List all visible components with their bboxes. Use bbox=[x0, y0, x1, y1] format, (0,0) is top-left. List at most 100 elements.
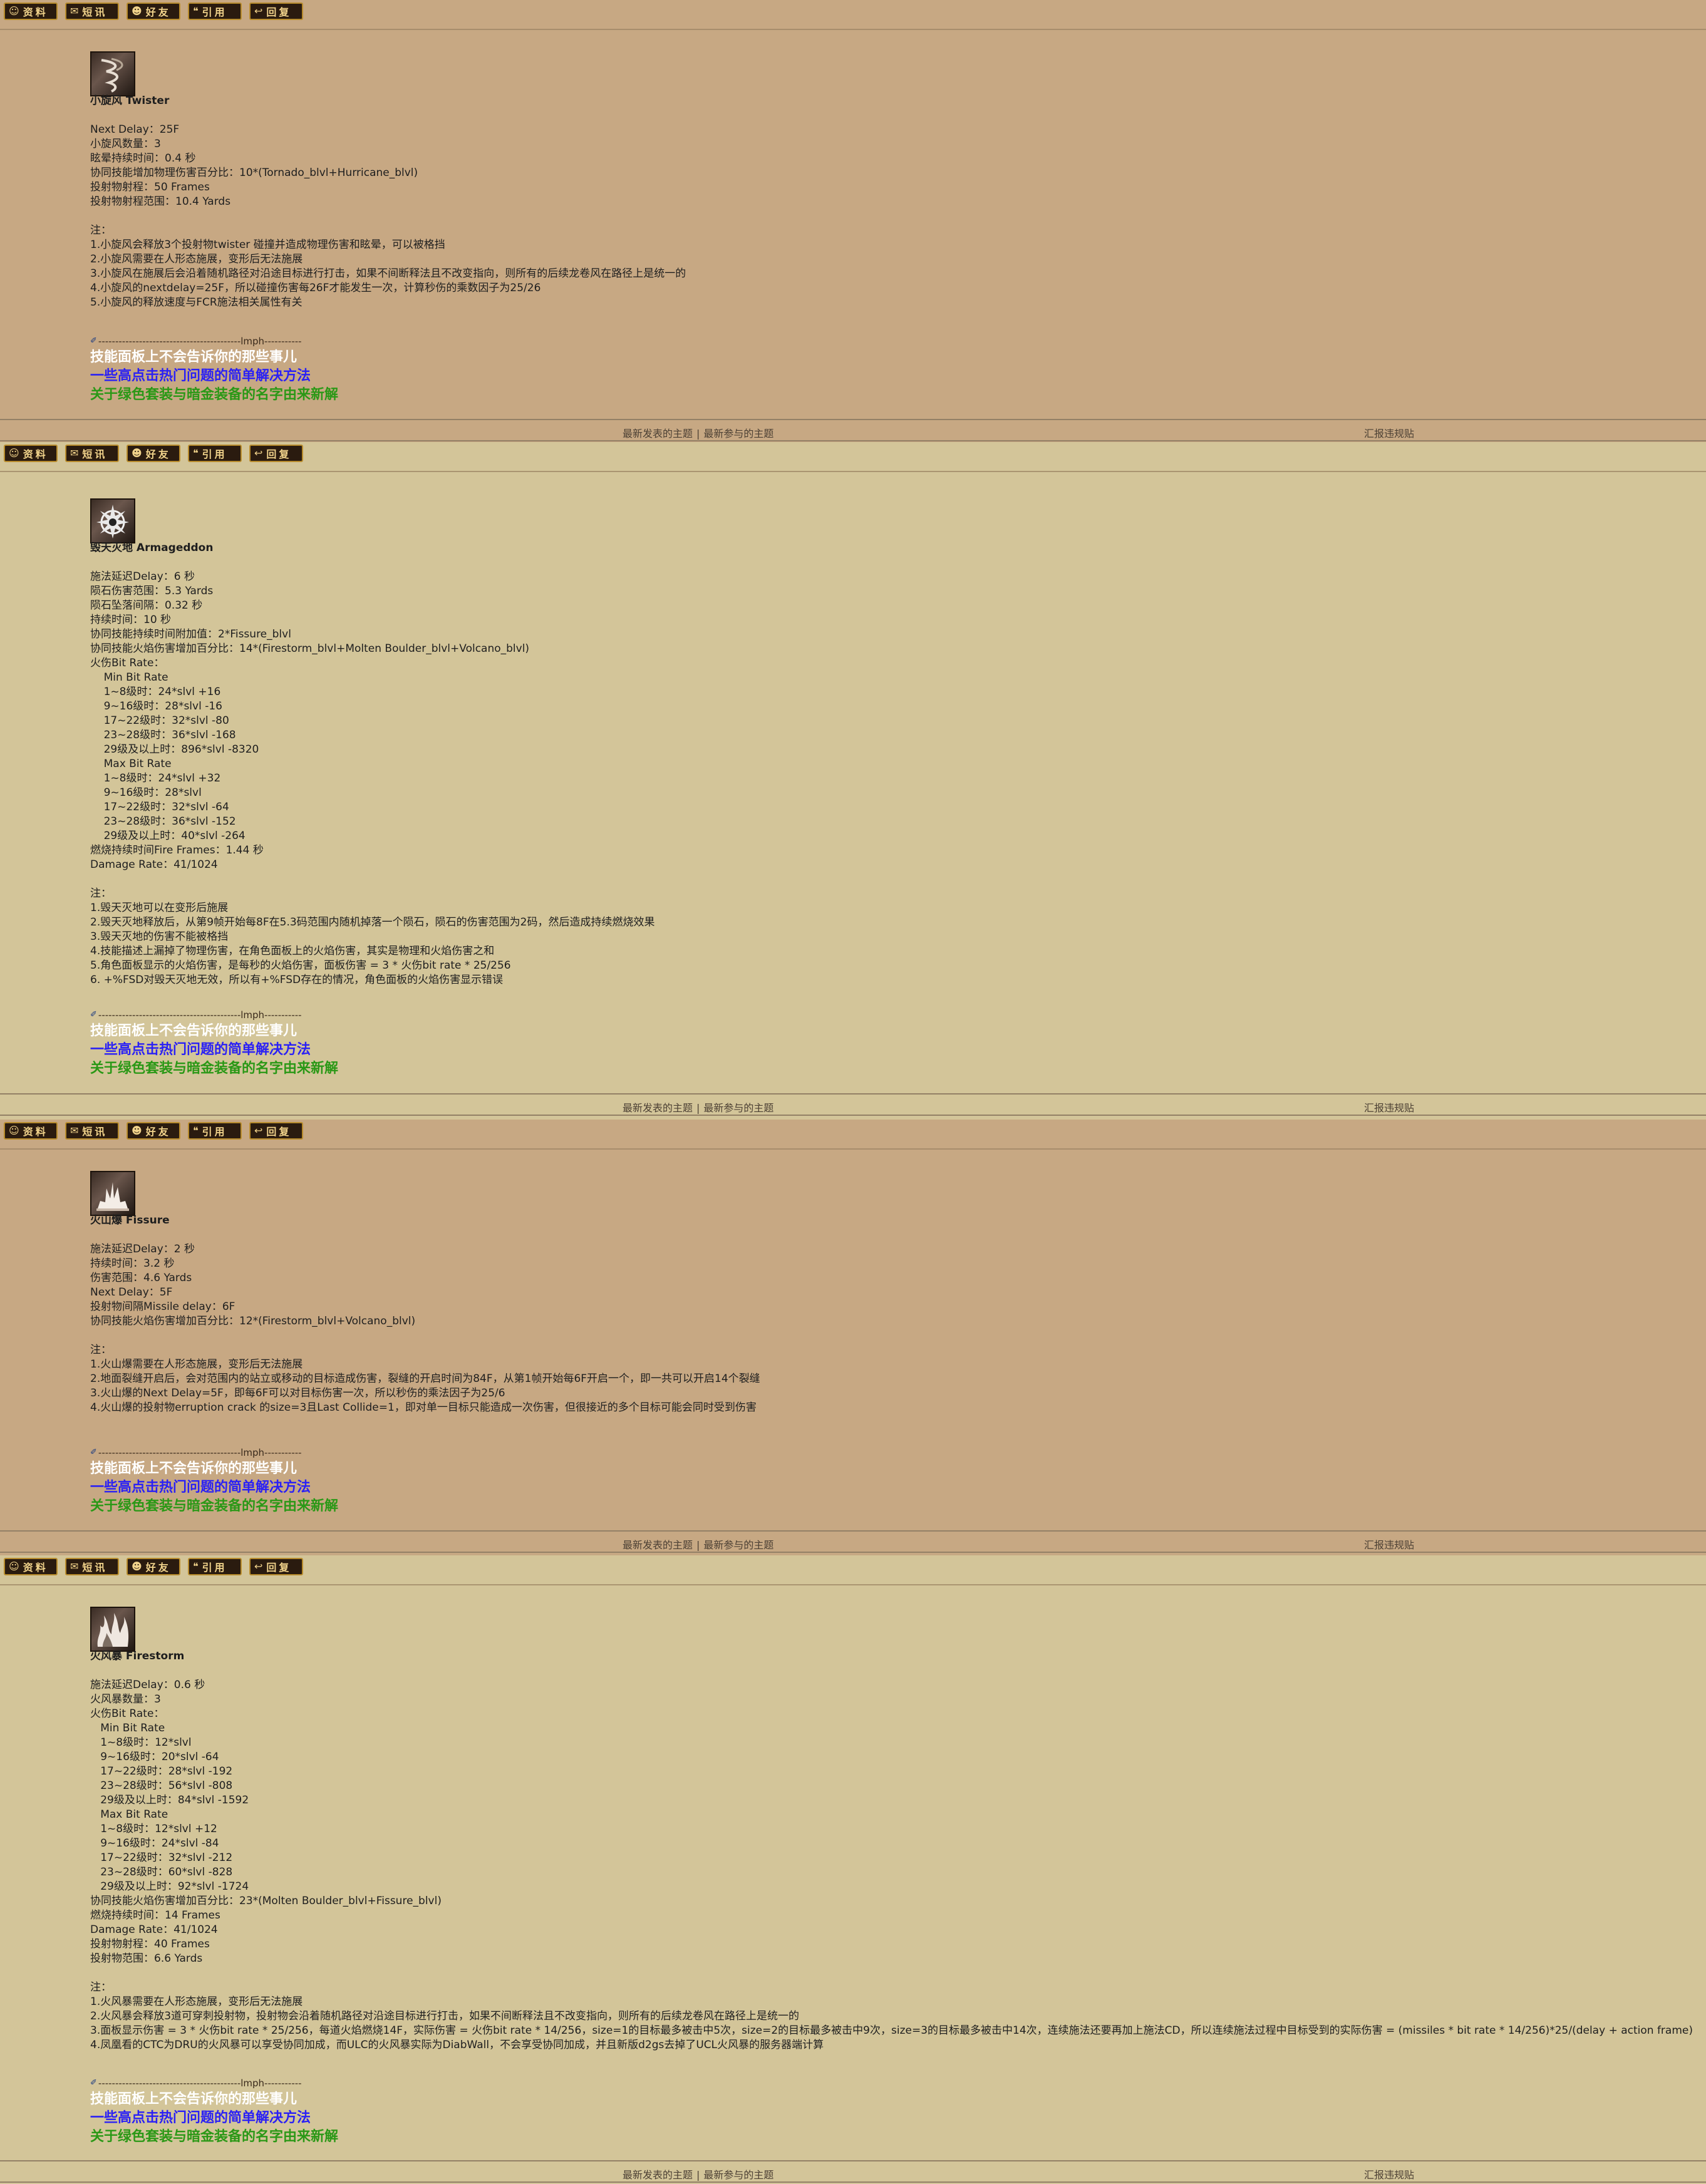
post-toolbar: ☺ 资料 ✉ 短讯 ☻ 好友 ❝ 引用 ↩ 回复 bbox=[4, 3, 303, 21]
body-line: 9~16级时：20*slvl -64 bbox=[90, 1751, 219, 1763]
body-line: 1~8级时：24*slvl +32 bbox=[90, 772, 221, 785]
toolbar-button-label: 资料 bbox=[23, 1126, 48, 1138]
reply-icon: ↩ bbox=[254, 5, 263, 17]
pin-icon: ✐ bbox=[90, 1010, 97, 1019]
latest-posts-link[interactable]: 最新发表的主题 bbox=[623, 2169, 693, 2181]
friend-button[interactable]: ☻ 好友 bbox=[127, 1558, 180, 1575]
body-line: 投射物间隔Missile delay：6F bbox=[90, 1301, 235, 1313]
toolbar-button-label: 短讯 bbox=[82, 1562, 108, 1574]
report-post-link[interactable]: 汇报违规贴 bbox=[1364, 1537, 1414, 1552]
message-icon: ✉ bbox=[70, 1560, 79, 1572]
footer-separator: | bbox=[696, 428, 700, 440]
body-line: 小旋风数量：3 bbox=[90, 138, 161, 150]
signature-link[interactable]: 一些高点击热门问题的简单解决方法 bbox=[90, 2108, 338, 2127]
body-line: 火风暴数量：3 bbox=[90, 1693, 161, 1706]
signature-link[interactable]: 技能面板上不会告诉你的那些事儿 bbox=[90, 1459, 338, 1478]
report-post-link[interactable]: 汇报违规贴 bbox=[1364, 425, 1414, 440]
profile-button[interactable]: ☺ 资料 bbox=[4, 1122, 58, 1140]
body-line: 施法延迟Delay：6 秒 bbox=[90, 570, 195, 583]
signature-divider: ✐ ---------------------------------------… bbox=[90, 1446, 338, 1459]
body-line: 9~16级时：28*slvl -16 bbox=[90, 700, 222, 713]
signature-link[interactable]: 技能面板上不会告诉你的那些事儿 bbox=[90, 1021, 338, 1040]
post-footer: 最新发表的主题 | 最新参与的主题 汇报违规贴 bbox=[0, 1530, 1706, 1553]
report-post-link[interactable]: 汇报违规贴 bbox=[1364, 1100, 1414, 1115]
profile-button[interactable]: ☺ 资料 bbox=[4, 445, 58, 462]
toolbar-button-label: 回复 bbox=[266, 1562, 292, 1574]
message-button[interactable]: ✉ 短讯 bbox=[65, 3, 119, 20]
body-line: 3.面板显示伤害 = 3 * 火伤bit rate * 25/256，每道火焰燃… bbox=[90, 2024, 1693, 2037]
latest-replies-link[interactable]: 最新参与的主题 bbox=[703, 428, 773, 440]
profile-icon: ☺ bbox=[9, 5, 19, 17]
footer-links: 最新发表的主题 | 最新参与的主题 bbox=[623, 2166, 773, 2181]
skill-title: 火山爆 Fissure bbox=[90, 1214, 170, 1227]
profile-icon: ☺ bbox=[9, 1560, 19, 1572]
body-line: 持续时间：3.2 秒 bbox=[90, 1257, 175, 1270]
latest-replies-link[interactable]: 最新参与的主题 bbox=[703, 1539, 773, 1551]
body-line: 9~16级时：28*slvl bbox=[90, 786, 202, 799]
reply-icon: ↩ bbox=[254, 1125, 263, 1136]
post-header-divider bbox=[0, 1584, 1706, 1585]
quote-button[interactable]: ❝ 引用 bbox=[188, 3, 242, 20]
body-line: 火伤Bit Rate： bbox=[90, 1708, 165, 1720]
body-line: 协同技能火焰伤害增加百分比：23*(Molten Boulder_blvl+Fi… bbox=[90, 1895, 442, 1907]
report-post-link[interactable]: 汇报违规贴 bbox=[1364, 2166, 1414, 2181]
latest-posts-link[interactable]: 最新发表的主题 bbox=[623, 428, 693, 440]
message-button[interactable]: ✉ 短讯 bbox=[65, 1558, 119, 1575]
signature-link[interactable]: 技能面板上不会告诉你的那些事儿 bbox=[90, 348, 338, 366]
signature-link[interactable]: 关于绿色套装与暗金装备的名字由来新解 bbox=[90, 2127, 338, 2146]
friend-icon: ☻ bbox=[132, 1125, 142, 1136]
signature-link[interactable]: 关于绿色套装与暗金装备的名字由来新解 bbox=[90, 1496, 338, 1515]
friend-button[interactable]: ☻ 好友 bbox=[127, 1122, 180, 1140]
quote-icon: ❝ bbox=[193, 1560, 199, 1572]
reply-button[interactable]: ↩ 回复 bbox=[249, 3, 303, 20]
message-icon: ✉ bbox=[70, 1125, 79, 1136]
skill-title: 火风暴 Firestorm bbox=[90, 1650, 185, 1662]
toolbar-button-label: 好友 bbox=[145, 1562, 171, 1574]
signature-link[interactable]: 技能面板上不会告诉你的那些事儿 bbox=[90, 2089, 338, 2108]
latest-replies-link[interactable]: 最新参与的主题 bbox=[703, 2169, 773, 2181]
profile-button[interactable]: ☺ 资料 bbox=[4, 3, 58, 20]
body-line: 协同技能火焰伤害增加百分比：12*(Firestorm_blvl+Volcano… bbox=[90, 1315, 416, 1327]
body-line: 2.毁天灭地释放后，从第9帧开始每8F在5.3码范围内随机掉落一个陨石，陨石的伤… bbox=[90, 916, 655, 929]
footer-links: 最新发表的主题 | 最新参与的主题 bbox=[623, 1100, 773, 1115]
reply-button[interactable]: ↩ 回复 bbox=[249, 445, 303, 462]
body-line: 23~28级时：36*slvl -152 bbox=[90, 815, 236, 828]
quote-button[interactable]: ❝ 引用 bbox=[188, 1122, 242, 1140]
signature-link[interactable]: 一些高点击热门问题的简单解决方法 bbox=[90, 1478, 338, 1496]
latest-replies-link[interactable]: 最新参与的主题 bbox=[703, 1102, 773, 1114]
profile-button[interactable]: ☺ 资料 bbox=[4, 1558, 58, 1575]
friend-button[interactable]: ☻ 好友 bbox=[127, 445, 180, 462]
toolbar-button-label: 短讯 bbox=[82, 448, 108, 460]
forum-post: ☺ 资料 ✉ 短讯 ☻ 好友 ❝ 引用 ↩ 回复火山爆 Fissure 施法延迟Delay：2 秒持… bbox=[0, 1120, 1706, 1555]
message-button[interactable]: ✉ 短讯 bbox=[65, 445, 119, 462]
toolbar-button-label: 引用 bbox=[202, 448, 227, 460]
body-line: 3.火山爆的Next Delay=5F，即每6F可以对目标伤害一次，所以秒伤的乘… bbox=[90, 1387, 505, 1399]
toolbar-button-label: 短讯 bbox=[82, 1126, 108, 1138]
signature-link[interactable]: 关于绿色套装与暗金装备的名字由来新解 bbox=[90, 1059, 338, 1078]
signature-divider-text: ----------------------------------------… bbox=[98, 1009, 302, 1021]
latest-posts-link[interactable]: 最新发表的主题 bbox=[623, 1102, 693, 1114]
message-button[interactable]: ✉ 短讯 bbox=[65, 1122, 119, 1140]
signature-link[interactable]: 一些高点击热门问题的简单解决方法 bbox=[90, 1040, 338, 1059]
body-line: Max Bit Rate bbox=[90, 758, 172, 770]
post-footer: 最新发表的主题 | 最新参与的主题 汇报违规贴 bbox=[0, 2160, 1706, 2183]
latest-posts-link[interactable]: 最新发表的主题 bbox=[623, 1539, 693, 1551]
body-line: Damage Rate：41/1024 bbox=[90, 1924, 218, 1936]
friend-button[interactable]: ☻ 好友 bbox=[127, 3, 180, 20]
reply-button[interactable]: ↩ 回复 bbox=[249, 1122, 303, 1140]
signature-link[interactable]: 一些高点击热门问题的简单解决方法 bbox=[90, 366, 338, 385]
body-line: 投射物射程：50 Frames bbox=[90, 181, 210, 193]
pin-icon: ✐ bbox=[90, 1448, 97, 1457]
post-body: 火山爆 Fissure 施法延迟Delay：2 秒持续时间：3.2 秒伤害范围：4… bbox=[90, 1213, 1693, 1415]
quote-button[interactable]: ❝ 引用 bbox=[188, 445, 242, 462]
body-line: 29级及以上时：84*slvl -1592 bbox=[90, 1794, 249, 1806]
signature-divider: ✐ ---------------------------------------… bbox=[90, 335, 338, 348]
quote-button[interactable]: ❝ 引用 bbox=[188, 1558, 242, 1575]
body-line: Max Bit Rate bbox=[90, 1808, 168, 1821]
pin-icon: ✐ bbox=[90, 336, 97, 346]
reply-button[interactable]: ↩ 回复 bbox=[249, 1558, 303, 1575]
signature-link[interactable]: 关于绿色套装与暗金装备的名字由来新解 bbox=[90, 385, 338, 404]
